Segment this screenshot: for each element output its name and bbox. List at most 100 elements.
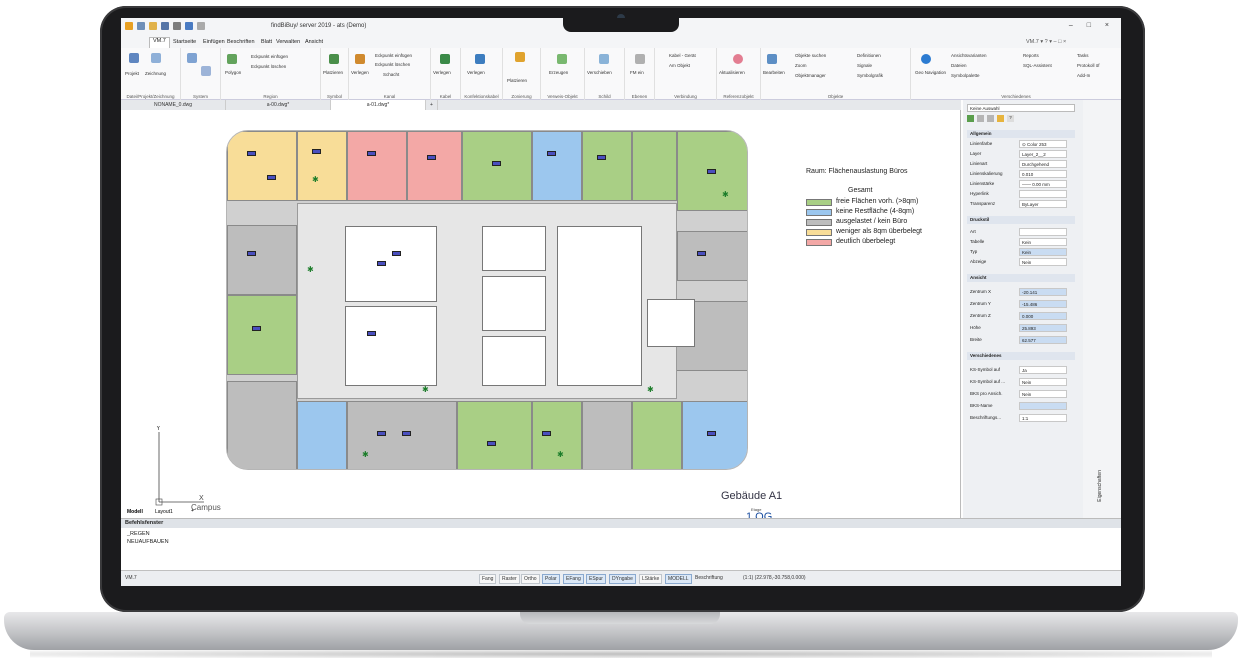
stair-core[interactable]	[482, 276, 546, 331]
zoning-icon[interactable]	[515, 52, 525, 62]
prop-value[interactable]: ⊙ Color 253	[1019, 140, 1067, 148]
system-icon[interactable]	[187, 53, 197, 63]
prop-value[interactable]	[1019, 228, 1067, 236]
symbol-place-button[interactable]: Platzieren	[323, 70, 343, 75]
elevator-core[interactable]	[557, 226, 642, 386]
tab-beschriften[interactable]: Beschriften	[227, 39, 255, 45]
prop-value[interactable]: 62.577	[1019, 336, 1067, 344]
channel-lay-button[interactable]: Verlegen	[351, 70, 369, 75]
polygon-button[interactable]: Polygon	[225, 70, 241, 75]
at-object-button[interactable]: Am Objekt	[669, 63, 690, 68]
prop-value[interactable]: -20.141	[1019, 288, 1067, 296]
cable-lay-button[interactable]: Verlegen	[433, 70, 451, 75]
room[interactable]	[532, 401, 582, 469]
room[interactable]	[582, 131, 632, 201]
find-objects-button[interactable]: Objekte suchen	[795, 53, 826, 58]
room[interactable]	[582, 401, 632, 469]
symbol-graphic-button[interactable]: Symbolgrafik	[857, 73, 883, 78]
command-window[interactable]: Befehlsfenster _REGEN NEUAUFBAUEN	[121, 518, 1121, 570]
sql-assistant-button[interactable]: SQL-Assistent	[1023, 63, 1052, 68]
redo-icon[interactable]	[197, 22, 205, 30]
room[interactable]	[407, 131, 462, 201]
app-logo-icon[interactable]	[125, 22, 133, 30]
prop-value[interactable]: -15.486	[1019, 300, 1067, 308]
reports-button[interactable]: Reports	[1023, 53, 1039, 58]
tab-startseite[interactable]: Startseite	[173, 39, 196, 45]
status-raster[interactable]: Raster	[499, 574, 520, 584]
globe-icon[interactable]	[921, 54, 931, 64]
polygon-icon[interactable]	[227, 54, 237, 64]
room[interactable]	[297, 131, 347, 201]
channel-delete-vertex-button[interactable]: Eckpunkt löschen	[375, 62, 410, 67]
tab-layout1[interactable]: Layout1	[155, 509, 173, 515]
pick-icon[interactable]	[977, 115, 984, 122]
zeichnung-button[interactable]: Zeichnung	[145, 71, 166, 76]
prop-value[interactable]	[1019, 402, 1067, 410]
status-espur[interactable]: ESpur	[586, 574, 606, 584]
symbol-palette-button[interactable]: Symbolpalette	[951, 73, 980, 78]
room[interactable]	[297, 401, 347, 469]
tab-ansicht[interactable]: Ansicht	[305, 39, 323, 45]
shaft-button[interactable]: Schacht	[383, 72, 399, 77]
system2-icon[interactable]	[201, 66, 211, 76]
status-ortho[interactable]: Ortho	[521, 574, 540, 584]
doc-tab-a00[interactable]: a-00.dwg*	[226, 100, 331, 110]
prop-value[interactable]: ByLayer	[1019, 200, 1067, 208]
filter-icon[interactable]	[997, 115, 1004, 122]
section-verschiedenes[interactable]: Verschiedenes	[967, 352, 1075, 360]
new-file-icon[interactable]	[137, 22, 145, 30]
room[interactable]	[227, 225, 297, 295]
update-button[interactable]: Aktualisieren	[719, 70, 745, 75]
drawing-icon[interactable]	[151, 53, 161, 63]
log-button[interactable]: Protokoll öf	[1077, 63, 1100, 68]
section-ansicht[interactable]: Ansicht	[967, 274, 1075, 282]
open-folder-icon[interactable]	[149, 22, 157, 30]
geo-navigation-button[interactable]: Geo Navigation	[915, 70, 946, 75]
prop-value[interactable]: Nein	[1019, 378, 1067, 386]
project-icon[interactable]	[129, 53, 139, 63]
room[interactable]	[632, 401, 682, 469]
zoning-place-button[interactable]: Platzieren	[507, 78, 527, 83]
stair-core[interactable]	[647, 299, 695, 347]
prop-value[interactable]: Nein	[1019, 258, 1067, 266]
prop-value[interactable]: 0.000	[1019, 312, 1067, 320]
room[interactable]	[227, 381, 297, 469]
quickselect-icon[interactable]	[987, 115, 994, 122]
prop-value[interactable]	[1019, 190, 1067, 198]
prop-value[interactable]: 0.010	[1019, 170, 1067, 178]
object-manager-button[interactable]: Objektmanager	[795, 73, 826, 78]
reference-icon[interactable]	[557, 54, 567, 64]
files-button[interactable]: Dateien	[951, 63, 967, 68]
prop-value[interactable]: —— 0.00 mm	[1019, 180, 1067, 188]
edit-icon[interactable]	[767, 54, 777, 64]
view-variants-button[interactable]: Ansichtsvarianten	[951, 53, 987, 58]
add-in-button[interactable]: Add-In	[1077, 73, 1090, 78]
doc-tab-noname[interactable]: NONAME_0.dwg	[121, 100, 226, 110]
floor-plan[interactable]: ✱ ✱ ✱ ✱ ✱ ✱ ✱	[226, 130, 748, 470]
status-polar[interactable]: Polar	[542, 574, 560, 584]
drawing-canvas[interactable]: ✱ ✱ ✱ ✱ ✱ ✱ ✱ Raum: Flächenauslastung Bü…	[121, 110, 961, 526]
tab-vm7[interactable]: VM.7	[149, 37, 170, 48]
region-insert-vertex-button[interactable]: Eckpunkt einfügen	[251, 54, 288, 59]
status-fang[interactable]: Fang	[479, 574, 497, 584]
inner-room[interactable]	[482, 226, 546, 271]
tab-modell[interactable]: Modell	[127, 509, 143, 515]
add-layout-button[interactable]: +	[191, 508, 194, 514]
prop-value[interactable]: Nein	[1019, 390, 1067, 398]
layers-icon[interactable]	[635, 54, 645, 64]
definitions-button[interactable]: Definitionen	[857, 53, 881, 58]
edit-button[interactable]: Bearbeiten	[763, 70, 785, 75]
window-controls[interactable]: – □ ×	[1069, 22, 1115, 29]
prop-value[interactable]: Durchgehend	[1019, 160, 1067, 168]
projekt-button[interactable]: Projekt	[125, 71, 139, 76]
save-icon[interactable]	[161, 22, 169, 30]
region-delete-vertex-button[interactable]: Eckpunkt löschen	[251, 64, 286, 69]
tab-blatt[interactable]: Blatt	[261, 39, 272, 45]
room[interactable]	[532, 131, 582, 201]
channel-insert-vertex-button[interactable]: Eckpunkt einfügen	[375, 53, 412, 58]
status-efang[interactable]: EFang	[563, 574, 584, 584]
selection-dropdown[interactable]: Keine Auswahl	[967, 104, 1075, 112]
ribbon-options[interactable]: VM.7 ▾ ? ▾ – □ ×	[1026, 39, 1066, 45]
sign-move-button[interactable]: Verschieben	[587, 70, 612, 75]
section-druckstil[interactable]: Druckstil	[967, 216, 1075, 224]
